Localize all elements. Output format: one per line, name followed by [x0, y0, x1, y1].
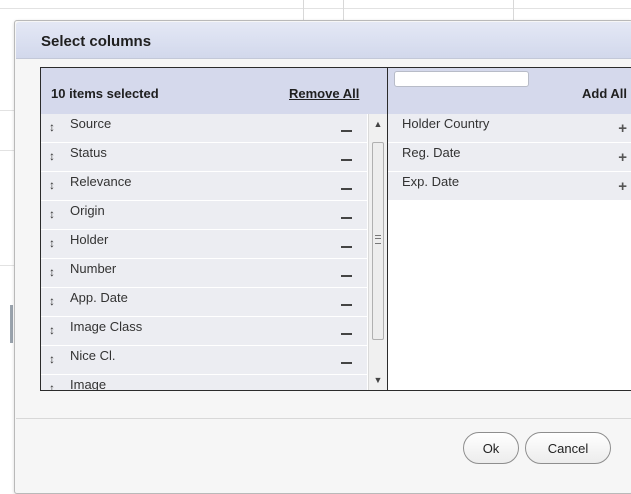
- available-columns-panel: Add All Holder Country + Reg. Date + Exp…: [388, 68, 631, 390]
- drag-handle-icon[interactable]: ↕: [49, 178, 55, 192]
- selected-columns-panel: 10 items selected Remove All ↕ Source ↕ …: [41, 68, 388, 390]
- selected-list-scrollbar[interactable]: ▲ ▼: [368, 114, 387, 390]
- item-label: Relevance: [70, 174, 132, 189]
- bg-grid-line: [0, 150, 14, 151]
- selected-item[interactable]: ↕ Image Class: [41, 317, 367, 345]
- selected-item[interactable]: ↕ Relevance: [41, 172, 367, 200]
- selected-panel-header: 10 items selected Remove All: [41, 68, 387, 114]
- column-chooser: 10 items selected Remove All ↕ Source ↕ …: [40, 67, 631, 391]
- drag-handle-icon[interactable]: ↕: [49, 265, 55, 279]
- available-item[interactable]: Exp. Date +: [388, 172, 631, 200]
- drag-handle-icon[interactable]: ↕: [49, 352, 55, 366]
- bg-grid-line: [513, 0, 514, 20]
- bg-grid-line: [0, 110, 14, 111]
- item-label: Holder: [70, 232, 109, 247]
- grip-icon: [375, 235, 381, 244]
- scroll-thumb[interactable]: [372, 142, 384, 340]
- available-item[interactable]: Reg. Date +: [388, 143, 631, 171]
- selected-count: 10 items selected: [51, 86, 159, 101]
- item-label: Number: [70, 261, 117, 276]
- add-item-icon[interactable]: +: [618, 121, 627, 136]
- drag-handle-icon[interactable]: ↕: [49, 323, 55, 337]
- selected-item[interactable]: ↕ App. Date: [41, 288, 367, 316]
- item-label: Exp. Date: [402, 174, 460, 189]
- bg-grid-line: [0, 265, 14, 266]
- add-item-icon[interactable]: +: [618, 179, 627, 194]
- selected-item[interactable]: ↕ Origin: [41, 201, 367, 229]
- drag-handle-icon[interactable]: ↕: [49, 120, 55, 134]
- cancel-button[interactable]: Cancel: [525, 432, 611, 464]
- item-label: App. Date: [70, 290, 128, 305]
- remove-item-icon[interactable]: [341, 130, 352, 132]
- drag-handle-icon[interactable]: ↕: [49, 381, 55, 390]
- bg-grid-line: [303, 0, 304, 20]
- item-label: Holder Country: [402, 116, 490, 131]
- scroll-up-icon[interactable]: ▲: [369, 116, 387, 132]
- remove-item-icon[interactable]: [341, 333, 352, 335]
- footer-divider: [16, 418, 631, 419]
- remove-item-icon[interactable]: [341, 217, 352, 219]
- remove-item-icon[interactable]: [341, 362, 352, 364]
- available-columns-list: Holder Country + Reg. Date + Exp. Date +: [388, 114, 631, 201]
- remove-item-icon[interactable]: [341, 275, 352, 277]
- available-panel-header: Add All: [388, 68, 631, 114]
- bg-grid-line: [0, 8, 631, 9]
- selected-item[interactable]: ↕ Number: [41, 259, 367, 287]
- available-item[interactable]: Holder Country +: [388, 114, 631, 142]
- bg-grid-line: [343, 0, 344, 20]
- remove-all-link[interactable]: Remove All: [289, 86, 359, 101]
- remove-item-icon[interactable]: [341, 304, 352, 306]
- item-label: Nice Cl.: [70, 348, 116, 363]
- search-input[interactable]: [394, 71, 529, 87]
- dialog-title: Select columns: [41, 33, 152, 50]
- item-label: Image: [70, 377, 107, 390]
- item-label: Reg. Date: [402, 145, 461, 160]
- drag-handle-icon[interactable]: ↕: [49, 294, 55, 308]
- item-label: Image Class: [70, 319, 143, 334]
- selected-columns-list[interactable]: ↕ Source ↕ Status ↕ Relevance ↕ Origin ↕…: [41, 114, 367, 390]
- item-label: Origin: [70, 203, 105, 218]
- remove-item-icon[interactable]: [341, 246, 352, 248]
- drag-handle-icon[interactable]: ↕: [49, 149, 55, 163]
- dialog-header: Select columns: [16, 22, 631, 59]
- add-item-icon[interactable]: +: [618, 150, 627, 165]
- drag-handle-icon[interactable]: ↕: [49, 236, 55, 250]
- selected-item[interactable]: ↕ Status: [41, 143, 367, 171]
- add-all-link[interactable]: Add All: [582, 86, 627, 101]
- remove-item-icon[interactable]: [341, 159, 352, 161]
- remove-item-icon[interactable]: [341, 188, 352, 190]
- select-columns-dialog: Select columns 10 items selected Remove …: [14, 20, 631, 494]
- selected-item[interactable]: ↕ Source: [41, 114, 367, 142]
- selected-item[interactable]: ↕ Holder: [41, 230, 367, 258]
- ok-button[interactable]: Ok: [463, 432, 519, 464]
- item-label: Status: [70, 145, 107, 160]
- scroll-down-icon[interactable]: ▼: [369, 372, 387, 388]
- selected-item[interactable]: ↕ Image: [41, 375, 367, 390]
- bg-row-marker: [10, 305, 13, 343]
- selected-item[interactable]: ↕ Nice Cl.: [41, 346, 367, 374]
- drag-handle-icon[interactable]: ↕: [49, 207, 55, 221]
- item-label: Source: [70, 116, 112, 131]
